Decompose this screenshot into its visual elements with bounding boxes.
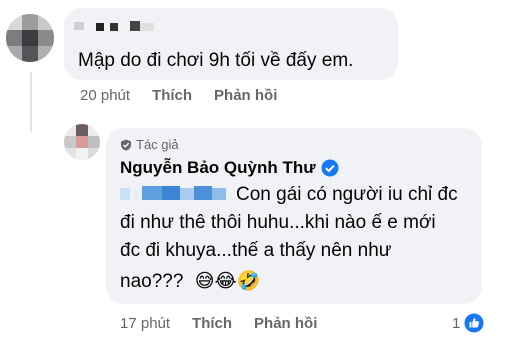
reply-text-end: nao??? (120, 271, 184, 292)
like-reaction-icon (464, 313, 484, 333)
like-button[interactable]: Thích (152, 87, 192, 104)
reply-bubble: Tác giả Nguyễn Bảo Quỳnh Thư Con gái có … (106, 128, 482, 304)
emoji-group: 😅😂🤣 (194, 271, 261, 292)
reply-text-line-3: đc đi khuya...thế a thấy nên như (120, 240, 392, 261)
tagged-name-redacted[interactable] (120, 184, 238, 204)
author-avatar[interactable] (64, 124, 100, 160)
commenter-name-redacted[interactable] (74, 20, 174, 34)
reply-text-line-1: Con gái có người iu chỉ đc (236, 184, 458, 205)
reply-like-button[interactable]: Thích (192, 315, 232, 332)
comment-bubble: Mập do đi chơi 9h tối về đấy em. (64, 8, 398, 80)
reaction-count-value[interactable]: 1 (452, 315, 460, 332)
reply-time[interactable]: 17 phút (120, 315, 170, 332)
author-badge-label: Tác giả (136, 137, 179, 152)
commenter-avatar[interactable] (6, 14, 54, 62)
reply-text-line-4: nao??? 😅😂🤣 (120, 269, 260, 293)
comment-text: Mập do đi chơi 9h tối về đấy em. (78, 50, 354, 71)
author-name[interactable]: Nguyễn Bảo Quỳnh Thư (120, 158, 339, 178)
reaction-count[interactable]: 1 (452, 313, 484, 333)
reply-button[interactable]: Phản hồi (214, 87, 277, 104)
reply-reply-button[interactable]: Phản hồi (254, 315, 317, 332)
verified-icon (321, 159, 339, 177)
author-name-label[interactable]: Nguyễn Bảo Quỳnh Thư (120, 158, 316, 178)
comment-time[interactable]: 20 phút (80, 87, 130, 104)
author-badge: Tác giả (120, 137, 179, 152)
author-shield-icon (121, 139, 131, 150)
reply-thread-line (30, 72, 32, 132)
reply-text-line-2: đi như thê thôi huhu...khi nào ế e mới (120, 212, 436, 233)
